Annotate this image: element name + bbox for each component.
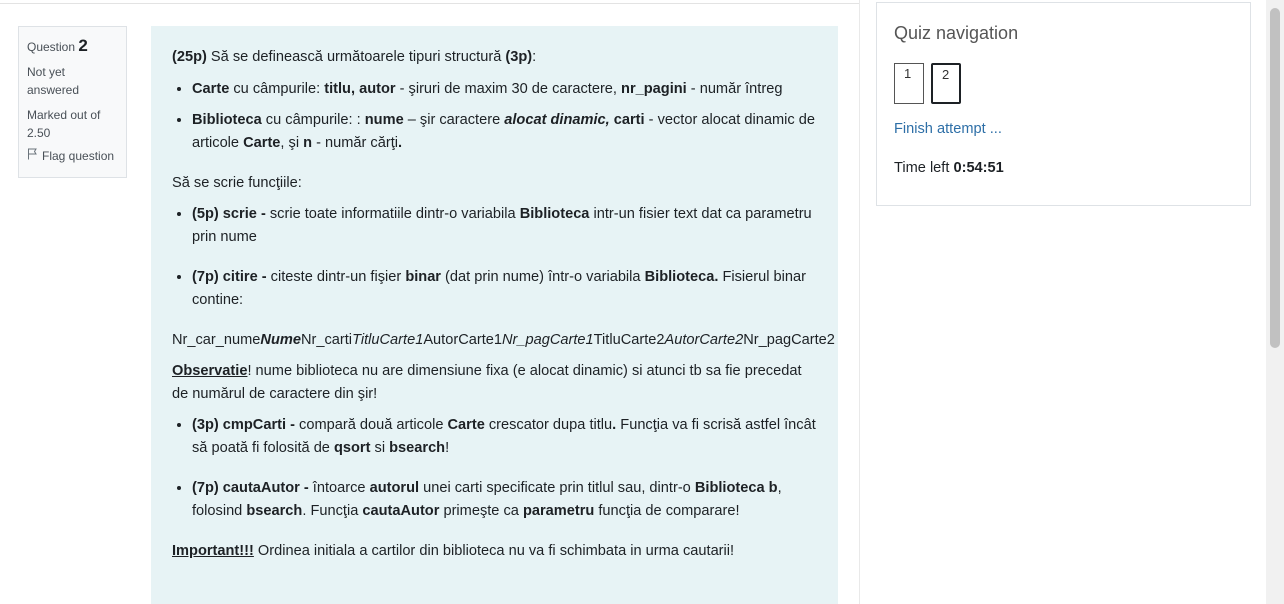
quiz-navigation-title: Quiz navigation: [894, 23, 1019, 43]
flag-question-button[interactable]: Flag question: [27, 148, 118, 163]
functions-list-a: (5p) scrie - scrie toate informatiile di…: [172, 203, 818, 312]
marked-out-of-label: Marked out of: [27, 108, 101, 122]
finish-attempt-link[interactable]: Finish attempt ...: [894, 121, 1002, 137]
time-left: Time left 0:54:51: [894, 160, 1004, 176]
column-divider: [859, 0, 860, 604]
time-left-value: 0:54:51: [953, 160, 1004, 176]
binary-format-line: Nr_car_numeNumeNr_cartiTitluCarte1AutorC…: [172, 332, 835, 348]
list-item: (3p) cmpCarti - compară două articole Ca…: [192, 414, 818, 460]
struct-list: Carte cu câmpurile: titlu, autor - şirur…: [172, 78, 818, 155]
time-left-label: Time left: [894, 160, 954, 176]
list-item: (7p) citire - citeste dintr-un fişier bi…: [192, 266, 818, 312]
flag-question-label: Flag question: [42, 148, 115, 163]
question-number: Question 2: [27, 36, 118, 56]
question-number-value: 2: [78, 36, 88, 55]
list-item: Biblioteca cu câmpurile: : nume – şir ca…: [192, 109, 818, 155]
list-item: (5p) scrie - scrie toate informatiile di…: [192, 203, 818, 249]
important-note: Important!!! Ordinea initiala a cartilor…: [172, 543, 735, 559]
question-nav-button-2[interactable]: 2: [931, 63, 961, 104]
question-info-panel: Question 2 Not yet answered Marked out o…: [18, 26, 127, 178]
functions-heading: Să se scrie funcţiile:: [172, 175, 302, 191]
question-grade: Marked out of 2.50: [27, 106, 118, 142]
question-text: (25p) Să se definească următoarele tipur…: [151, 26, 838, 604]
question-nav-button-1[interactable]: 1: [894, 63, 924, 104]
list-item: Carte cu câmpurile: titlu, autor - şirur…: [192, 78, 818, 101]
functions-list-b: (3p) cmpCarti - compară două articole Ca…: [172, 414, 818, 523]
question-intro: (25p) Să se definească următoarele tipur…: [172, 49, 537, 65]
question-label: Question: [27, 40, 76, 54]
quiz-navigation-block: Quiz navigation 1 2 Finish attempt ... T…: [876, 2, 1251, 206]
scrollbar-thumb[interactable]: [1270, 8, 1280, 348]
question-state: Not yet answered: [27, 65, 80, 97]
flag-icon: [27, 148, 38, 163]
list-item: (7p) cautaAutor - întoarce autorul unei …: [192, 477, 818, 523]
page-scrollbar[interactable]: [1266, 0, 1284, 604]
page-top-border: [0, 0, 860, 4]
marked-out-of-value: 2.50: [27, 126, 51, 140]
observatie-note: Observatie! nume biblioteca nu are dimen…: [172, 363, 802, 402]
